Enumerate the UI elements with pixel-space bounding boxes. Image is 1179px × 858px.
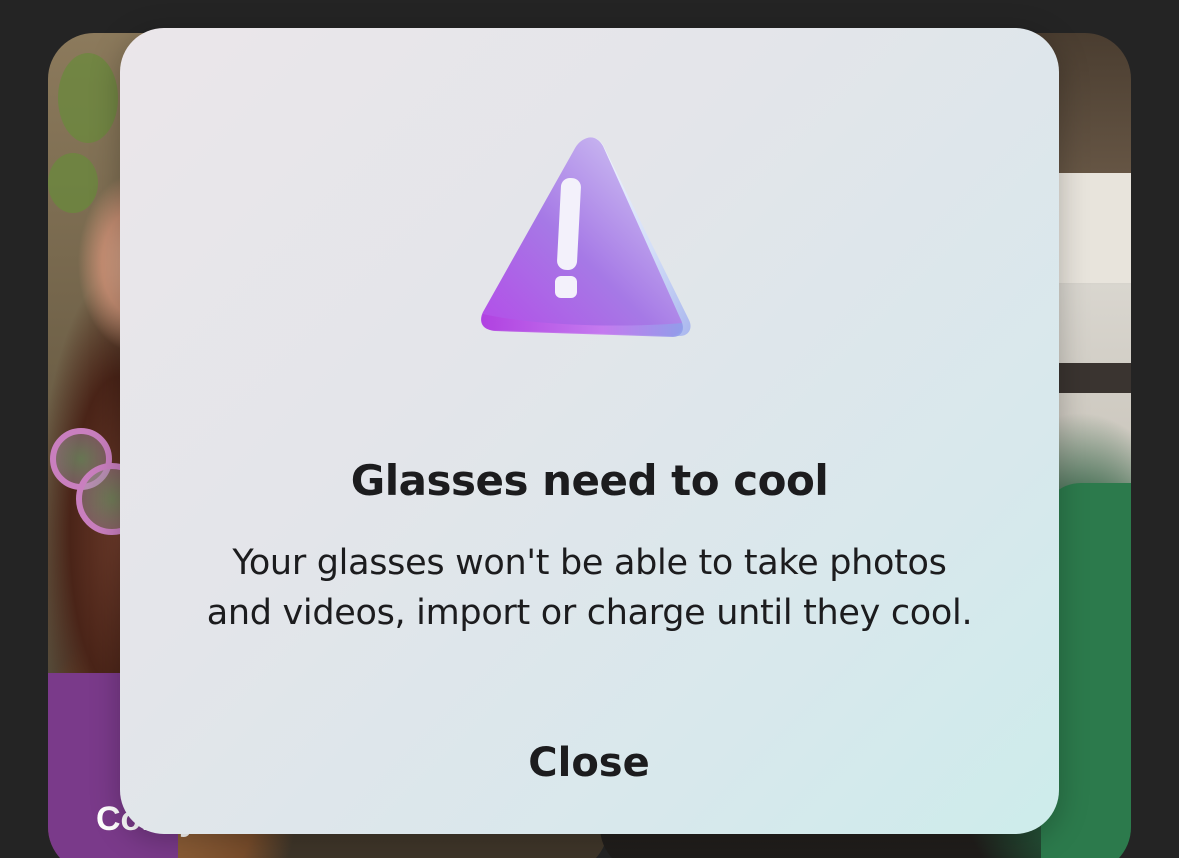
shelf-decoration <box>1051 173 1131 283</box>
overheat-dialog: Glasses need to cool Your glasses won't … <box>120 28 1059 834</box>
shelf-decoration <box>1051 363 1131 393</box>
dialog-message-line: Your glasses won't be able to take photo… <box>232 543 947 583</box>
foliage-decoration <box>48 153 98 213</box>
screen: Co... y <box>0 0 1179 858</box>
dialog-title: Glasses need to cool <box>350 456 829 505</box>
foliage-decoration <box>58 53 118 143</box>
close-button[interactable]: Close <box>489 728 689 798</box>
warning-triangle-icon <box>475 130 700 345</box>
dialog-message-line: and videos, import or charge until they … <box>206 593 973 633</box>
dialog-message: Your glasses won't be able to take photo… <box>160 538 1019 638</box>
